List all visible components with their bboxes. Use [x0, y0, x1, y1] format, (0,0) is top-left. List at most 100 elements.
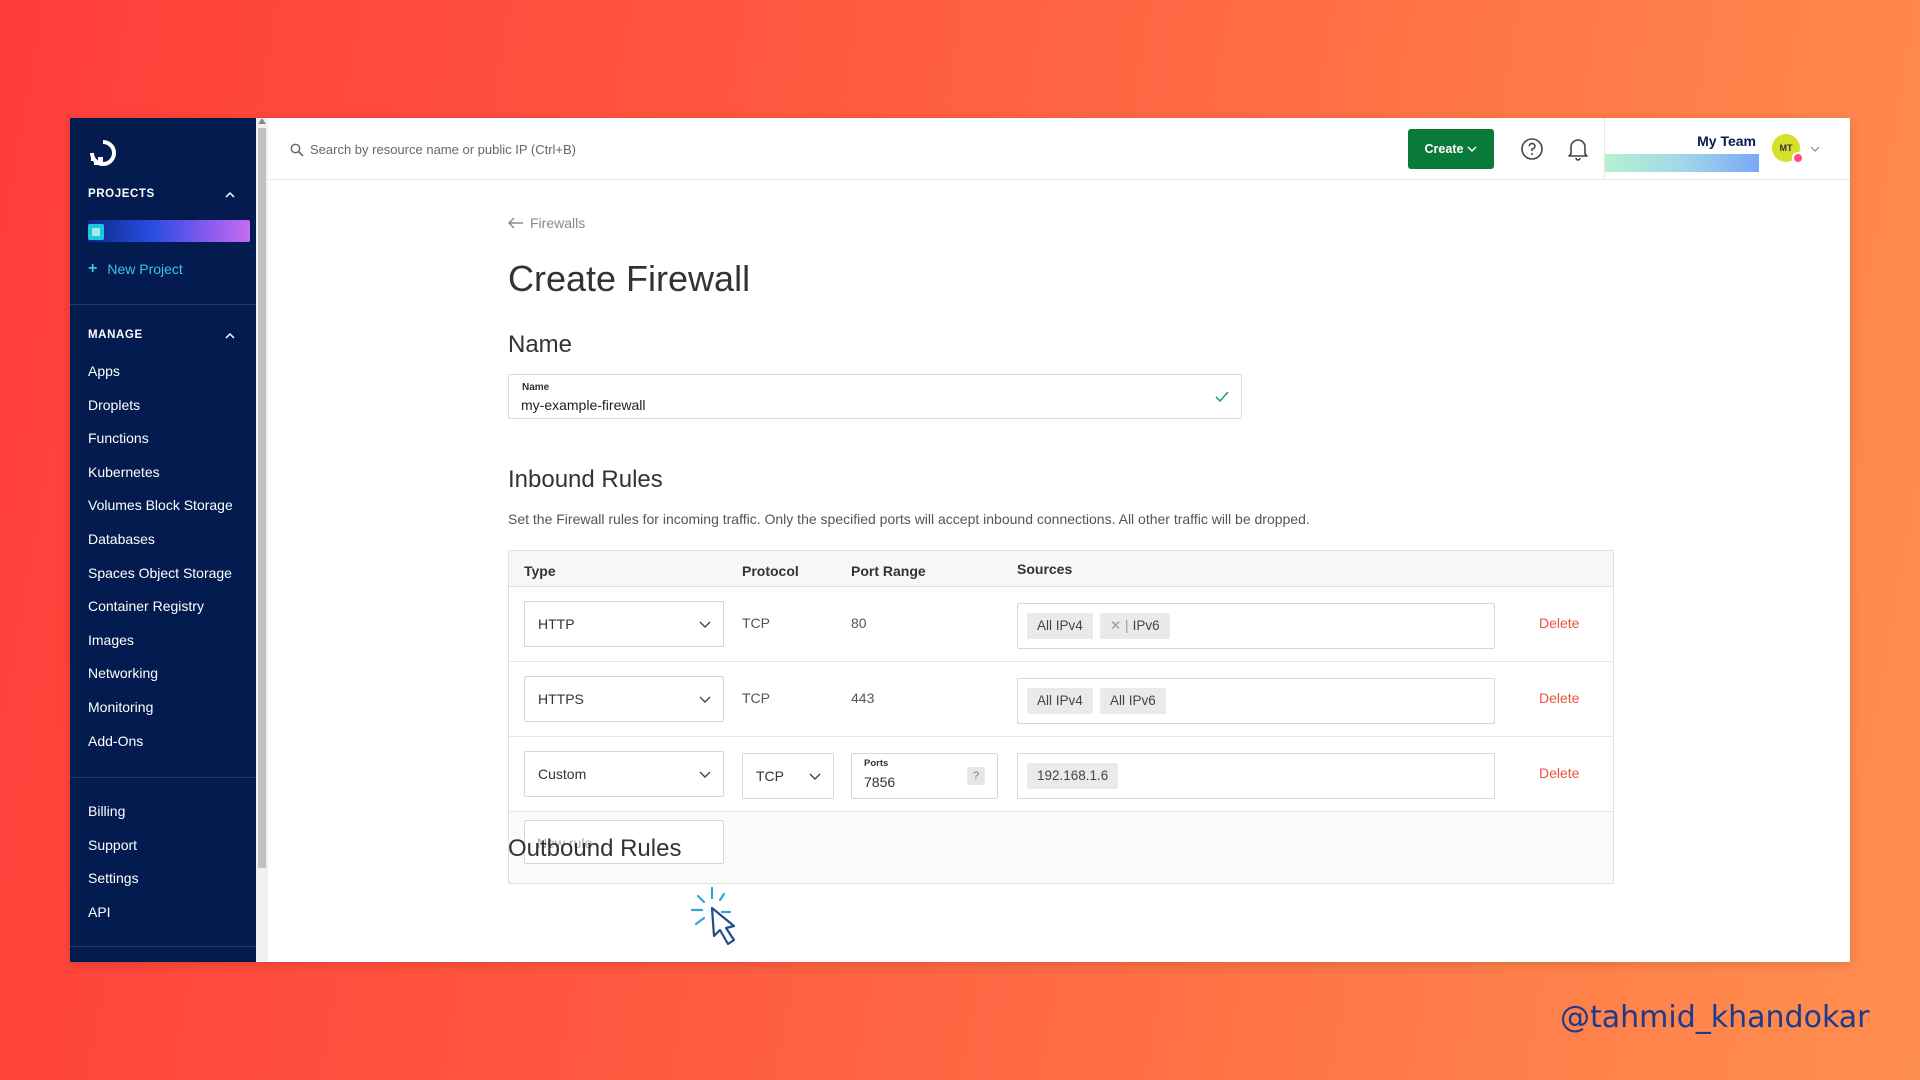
sidebar-item-settings[interactable]: Settings — [88, 862, 139, 896]
breadcrumb-firewalls[interactable]: Firewalls — [530, 215, 585, 231]
sidebar-item-databases[interactable]: Databases — [88, 523, 233, 557]
chevron-up-icon[interactable] — [224, 189, 236, 201]
projects-heading: PROJECTS — [88, 188, 155, 200]
delete-rule-link[interactable]: Delete — [1539, 765, 1579, 781]
sidebar-scrollbar[interactable] — [256, 118, 268, 962]
chevron-down-icon — [809, 773, 821, 780]
source-tag-label: IPv6 — [1132, 618, 1160, 633]
project-item[interactable] — [88, 220, 250, 242]
digitalocean-logo-icon[interactable] — [88, 138, 118, 168]
sidebar-item-volumes[interactable]: Volumes Block Storage — [88, 489, 233, 523]
sources-input[interactable]: All IPv4 ✕ | IPv6 — [1017, 603, 1495, 649]
sidebar: PROJECTS + New Project MANAGE Apps Dropl… — [70, 118, 256, 962]
team-name: My Team — [1697, 133, 1756, 149]
column-header-sources: Sources — [1017, 561, 1073, 577]
source-tag[interactable]: 192.168.1.6 — [1027, 763, 1119, 789]
name-section-heading: Name — [508, 331, 573, 358]
plus-icon: + — [88, 260, 98, 277]
column-header-protocol: Protocol — [742, 563, 799, 579]
source-tag[interactable]: All IPv4 — [1027, 688, 1093, 714]
name-input[interactable] — [521, 395, 1201, 415]
column-header-port-range: Port Range — [851, 563, 926, 579]
manage-heading: MANAGE — [88, 329, 143, 341]
sidebar-item-functions[interactable]: Functions — [88, 422, 233, 456]
team-switcher[interactable]: My Team MT — [1604, 118, 1850, 180]
port-range-value: 443 — [851, 690, 875, 706]
sources-input[interactable]: All IPv4 All IPv6 — [1017, 678, 1495, 724]
type-select-value: HTTPS — [538, 691, 584, 707]
inbound-rules-table: Type Protocol Port Range Sources HTTP TC… — [508, 550, 1614, 884]
type-select[interactable]: Custom — [524, 751, 724, 797]
ports-help-icon[interactable]: ? — [967, 767, 985, 785]
create-button[interactable]: Create — [1408, 129, 1494, 169]
protocol-value: TCP — [742, 615, 770, 631]
chevron-down-icon — [1467, 146, 1477, 152]
ports-input[interactable]: Ports 7856 ? — [851, 753, 998, 799]
name-field[interactable]: Name — [508, 374, 1242, 419]
chevron-down-icon — [699, 771, 711, 778]
table-row: HTTPS TCP 443 All IPv4 All IPv6 Delete — [509, 662, 1613, 737]
scroll-up-arrow-icon[interactable] — [258, 118, 266, 124]
sidebar-item-kubernetes[interactable]: Kubernetes — [88, 456, 233, 490]
delete-rule-link[interactable]: Delete — [1539, 690, 1579, 706]
port-range-value: 80 — [851, 615, 867, 631]
app-window: PROJECTS + New Project MANAGE Apps Dropl… — [70, 118, 1850, 962]
team-bar — [1605, 154, 1759, 172]
inbound-rules-description: Set the Firewall rules for incoming traf… — [508, 511, 1310, 527]
sidebar-item-droplets[interactable]: Droplets — [88, 389, 233, 423]
column-header-type: Type — [524, 563, 556, 579]
ports-label: Ports — [864, 758, 889, 769]
source-tag[interactable]: All IPv6 — [1100, 688, 1166, 714]
account-nav: Billing Support Settings API — [88, 795, 139, 929]
new-project-link[interactable]: + New Project — [88, 260, 183, 278]
sidebar-item-images[interactable]: Images — [88, 624, 233, 658]
topbar: Create My Team MT — [268, 118, 1850, 180]
table-row: Custom TCP Ports 7856 ? 192.168.1.6 Dele… — [509, 737, 1613, 812]
sidebar-item-networking[interactable]: Networking — [88, 657, 233, 691]
bell-icon[interactable] — [1566, 136, 1590, 162]
ports-value: 7856 — [864, 774, 896, 790]
manage-nav: Apps Droplets Functions Kubernetes Volum… — [88, 355, 233, 758]
name-field-label: Name — [522, 382, 550, 393]
type-select-value: Custom — [538, 766, 587, 782]
project-icon — [88, 224, 104, 240]
sources-input[interactable]: 192.168.1.6 — [1017, 753, 1495, 799]
sidebar-item-add-ons[interactable]: Add-Ons — [88, 725, 233, 759]
chevron-down-icon — [699, 621, 711, 628]
protocol-select[interactable]: TCP — [742, 753, 834, 799]
search-icon — [290, 143, 304, 157]
help-icon[interactable] — [1520, 137, 1544, 161]
new-project-label: New Project — [107, 261, 183, 277]
search-input[interactable] — [310, 136, 810, 162]
main-content: Firewalls Create Firewall Name Name Inbo… — [268, 180, 1850, 962]
breadcrumb[interactable]: Firewalls — [508, 215, 585, 231]
sidebar-item-api[interactable]: API — [88, 896, 139, 930]
chevron-down-icon[interactable] — [1810, 144, 1820, 154]
scrollbar-thumb[interactable] — [258, 128, 266, 868]
sidebar-divider — [70, 777, 256, 778]
sidebar-item-support[interactable]: Support — [88, 829, 139, 863]
chevron-down-icon — [699, 696, 711, 703]
type-select[interactable]: HTTP — [524, 601, 724, 647]
source-tag[interactable]: All IPv4 — [1027, 613, 1093, 639]
sidebar-divider — [70, 946, 256, 947]
rules-header: Type Protocol Port Range Sources — [509, 551, 1613, 587]
sidebar-item-monitoring[interactable]: Monitoring — [88, 691, 233, 725]
sidebar-item-apps[interactable]: Apps — [88, 355, 233, 389]
sidebar-item-billing[interactable]: Billing — [88, 795, 139, 829]
click-cursor-icon — [690, 886, 736, 946]
inbound-rules-heading: Inbound Rules — [508, 466, 663, 493]
sidebar-item-container-registry[interactable]: Container Registry — [88, 590, 233, 624]
sidebar-divider — [70, 304, 256, 305]
arrow-left-icon — [508, 217, 523, 229]
chevron-up-icon[interactable] — [224, 330, 236, 342]
sidebar-item-spaces[interactable]: Spaces Object Storage — [88, 557, 233, 591]
source-tag[interactable]: ✕ | IPv6 — [1100, 613, 1170, 639]
delete-rule-link[interactable]: Delete — [1539, 615, 1579, 631]
type-select[interactable]: HTTPS — [524, 676, 724, 722]
table-row: HTTP TCP 80 All IPv4 ✕ | IPv6 Delete — [509, 587, 1613, 662]
close-icon[interactable]: ✕ | — [1110, 618, 1129, 633]
protocol-select-value: TCP — [756, 768, 784, 784]
type-select-value: HTTP — [538, 616, 575, 632]
checkmark-icon — [1215, 391, 1229, 403]
